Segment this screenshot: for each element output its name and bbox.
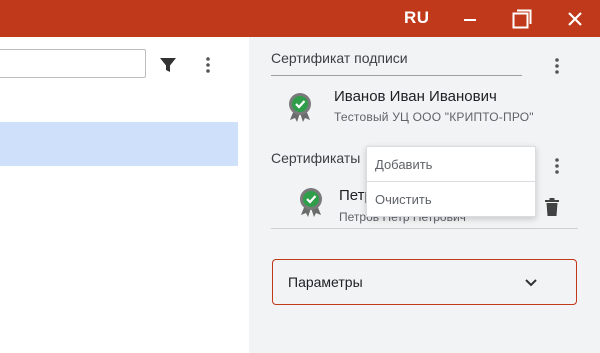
title-bar: RU — [0, 0, 600, 37]
signature-menu-button[interactable] — [547, 54, 567, 78]
minimize-icon — [464, 18, 476, 21]
menu-item-clear[interactable]: Очистить — [367, 182, 535, 216]
signature-certificate-issuer: Тестовый УЦ ООО "КРИПТО-ПРО" — [334, 110, 534, 124]
certificates-menu-button[interactable] — [547, 154, 567, 178]
parameters-label: Параметры — [288, 274, 363, 290]
search-input[interactable] — [0, 49, 146, 78]
maximize-icon — [512, 9, 532, 28]
language-indicator[interactable]: RU — [404, 8, 430, 28]
close-button[interactable] — [555, 0, 595, 37]
divider — [271, 75, 522, 76]
more-vert-icon — [555, 158, 559, 174]
maximize-button[interactable] — [502, 0, 542, 37]
signature-certificate-name: Иванов Иван Иванович — [334, 88, 497, 105]
selected-document-row[interactable] — [0, 122, 238, 166]
divider — [271, 228, 578, 229]
more-vert-icon — [555, 58, 559, 74]
delete-certificate-button[interactable] — [543, 197, 561, 217]
menu-item-label: Очистить — [375, 192, 432, 207]
trash-icon — [545, 198, 559, 216]
certificate-badge-icon — [289, 93, 311, 122]
menu-item-label: Добавить — [375, 157, 433, 172]
signature-certificate-title: Сертификат подписи — [271, 50, 408, 66]
menu-item-add[interactable]: Добавить — [367, 147, 535, 181]
list-menu-button[interactable] — [198, 53, 218, 77]
close-icon — [568, 11, 582, 26]
certificate-badge-icon — [300, 188, 322, 217]
filter-icon — [160, 58, 176, 72]
certificates-context-menu: Добавить Очистить — [366, 146, 536, 217]
more-vert-icon — [206, 57, 210, 73]
parameters-dropdown[interactable]: Параметры — [272, 259, 577, 305]
certificates-title: Сертификаты — [271, 150, 361, 166]
document-list-pane — [0, 37, 249, 353]
chevron-down-icon — [521, 273, 541, 293]
minimize-button[interactable] — [450, 0, 490, 37]
filter-button[interactable] — [156, 53, 180, 77]
